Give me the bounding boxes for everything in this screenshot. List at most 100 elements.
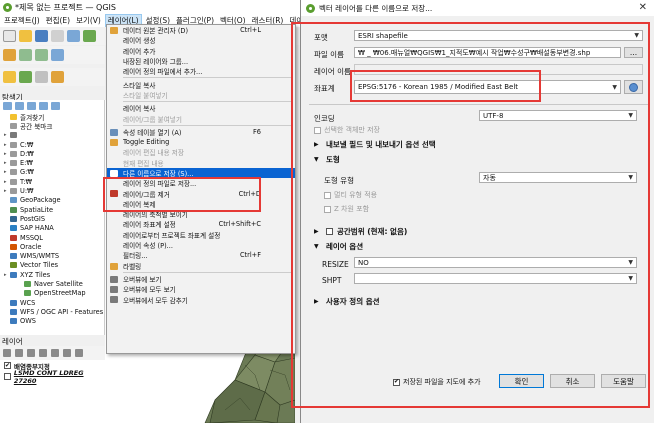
context-menu-item[interactable]: 속성 테이블 열기 (A) F6 xyxy=(107,127,295,137)
browser-item[interactable]: ▸ U:₩ xyxy=(0,186,104,195)
context-menu-item[interactable]: 스타일 붙여넣기 xyxy=(107,90,295,100)
xyz-tiles-icon xyxy=(10,271,17,278)
browser-item[interactable]: ▸ T:₩ xyxy=(0,177,104,186)
add-vector-layer-icon[interactable] xyxy=(3,71,16,83)
print-layout-icon[interactable] xyxy=(51,30,64,42)
mssql-icon xyxy=(10,234,17,241)
browser-item[interactable]: 공간 북마크 xyxy=(0,121,104,131)
context-menu-item[interactable]: 레이어 복사 xyxy=(107,103,295,113)
context-menu-label: 레이어/그룹 붙여넣기 xyxy=(123,115,182,124)
refresh-icon[interactable] xyxy=(3,102,12,110)
add-group-icon[interactable] xyxy=(15,349,23,357)
browser-item[interactable]: OWS xyxy=(0,317,104,326)
browser-item[interactable]: WFS / OGC API - Features xyxy=(0,307,104,316)
context-menu-item[interactable]: 레이어로부터 프로젝트 좌표계 설정 xyxy=(107,230,295,240)
context-menu-item[interactable]: 레이어 편집 내용 저장 xyxy=(107,147,295,157)
save-project-icon[interactable] xyxy=(35,30,48,42)
context-menu-item[interactable]: Toggle Editing xyxy=(107,137,295,147)
browser-item[interactable]: ▸ D:₩ xyxy=(0,149,104,158)
add-raster-layer-icon[interactable] xyxy=(19,71,32,83)
drive-icon xyxy=(10,178,17,185)
context-menu-item[interactable]: 필터링... Ctrl+F xyxy=(107,250,295,260)
browser-item[interactable]: PostGIS xyxy=(0,214,104,223)
browser-item[interactable]: Vector Tiles xyxy=(0,261,104,270)
browser-item[interactable]: ▸ E:₩ xyxy=(0,158,104,167)
filter-icon[interactable] xyxy=(27,102,36,110)
label-icon xyxy=(110,262,118,270)
filter-legend-icon[interactable] xyxy=(39,349,47,357)
style-panel-icon[interactable] xyxy=(3,349,11,357)
drive-icon xyxy=(10,150,17,157)
context-menu-item[interactable]: 레이어/그룹 붙여넣기 xyxy=(107,113,295,124)
menu-separator xyxy=(123,101,293,103)
browser-item[interactable]: Oracle xyxy=(0,242,104,251)
browser-item[interactable]: OpenStreetMap xyxy=(0,289,104,298)
context-menu-label: 스타일 붙여넣기 xyxy=(123,91,168,100)
bookmark-icon xyxy=(10,122,17,129)
context-menu-item[interactable]: 오버뷰에 보기 xyxy=(107,274,295,284)
layer-visibility-checkbox[interactable] xyxy=(4,373,11,380)
browser-item[interactable]: SpatiaLite xyxy=(0,205,104,214)
wfs-icon xyxy=(10,308,17,315)
browser-item[interactable]: GeoPackage xyxy=(0,196,104,205)
pan-icon[interactable] xyxy=(3,49,16,61)
browser-item[interactable]: ▸ C:₩ xyxy=(0,140,104,149)
context-menu-item[interactable]: 라벨링 xyxy=(107,261,295,271)
context-menu-item[interactable]: 레이어 좌표계 설정 Ctrl+Shift+C xyxy=(107,219,295,229)
enable-properties-icon[interactable] xyxy=(51,102,60,110)
browser-item[interactable]: SAP HANA xyxy=(0,224,104,233)
drive-icon xyxy=(10,188,17,195)
zoom-in-icon[interactable] xyxy=(19,49,32,61)
context-menu-item[interactable]: 스타일 복사 xyxy=(107,79,295,90)
context-menu-label: 속성 테이블 열기 (A) xyxy=(123,128,182,137)
menu-separator xyxy=(123,77,293,79)
context-menu-label: 내장된 레이어와 그룹... xyxy=(123,58,189,67)
context-menu-label: 오버뷰에 모두 보기 xyxy=(123,286,176,295)
context-menu-item[interactable]: 오버뷰에 모두 보기 xyxy=(107,284,295,294)
open-project-icon[interactable] xyxy=(19,30,32,42)
context-menu-shortcut: Ctrl+F xyxy=(239,251,261,260)
layers-toolbar xyxy=(0,346,105,360)
layer-row[interactable]: LSMD CONT LDREG 27260 xyxy=(0,369,105,385)
context-menu-item[interactable]: 데이터 원본 관리자 (D) Ctrl+L xyxy=(107,25,295,35)
collapse-all-layers-icon[interactable] xyxy=(63,349,71,357)
context-menu-label: 라벨링 xyxy=(123,262,142,271)
browser-item[interactable]: Naver Satellite xyxy=(0,279,104,288)
expand-all-icon[interactable] xyxy=(51,349,59,357)
browser-item-label: OWS xyxy=(20,317,36,326)
context-menu-item[interactable]: 레이어 생성 xyxy=(107,35,295,45)
drive-icon xyxy=(10,160,17,167)
manage-map-themes-icon[interactable] xyxy=(27,349,35,357)
context-menu-shortcut: F6 xyxy=(253,127,261,136)
wms-icon xyxy=(10,253,17,260)
new-project-icon[interactable] xyxy=(3,30,16,42)
browser-item[interactable]: MSSQL xyxy=(0,233,104,242)
browser-item[interactable]: ▸ XYZ Tiles xyxy=(0,270,104,279)
style-manager-icon[interactable] xyxy=(83,30,96,42)
add-selected-layers-icon[interactable] xyxy=(15,102,24,110)
menu-2[interactable]: 보기(V) xyxy=(74,15,103,26)
digitize-icon[interactable] xyxy=(51,71,64,83)
zoom-out-icon[interactable] xyxy=(35,49,48,61)
layer-visibility-checkbox[interactable]: ✔ xyxy=(4,362,11,369)
browser-item[interactable]: WCS xyxy=(0,298,104,307)
menu-0[interactable]: 프로젝트(J) xyxy=(2,15,42,26)
browser-item[interactable]: 즐겨찾기 xyxy=(0,112,104,122)
context-menu-item[interactable]: 현재 편집 내용 xyxy=(107,158,295,168)
zoom-full-icon[interactable] xyxy=(51,49,64,61)
context-menu-item[interactable]: 오버뷰에서 모두 감추기 xyxy=(107,294,295,305)
context-menu-item[interactable]: 레이어 추가 xyxy=(107,46,295,56)
add-delimited-icon[interactable] xyxy=(35,71,48,83)
context-menu-item[interactable]: 레이어 속성 (P)... xyxy=(107,240,295,250)
browser-item[interactable]: ▸ G:₩ xyxy=(0,168,104,177)
overview-icon xyxy=(110,275,118,283)
collapse-all-icon[interactable] xyxy=(39,102,48,110)
context-menu-item[interactable]: 내장된 레이어와 그룹... xyxy=(107,56,295,66)
context-menu-item[interactable]: 레이어 정의 파일에서 추가... xyxy=(107,66,295,76)
layout-manager-icon[interactable] xyxy=(67,30,80,42)
dialog-close-icon[interactable]: ✕ xyxy=(639,2,647,13)
browser-item[interactable]: ▸ xyxy=(0,131,104,140)
remove-layer-toolbar-icon[interactable] xyxy=(75,349,83,357)
menu-1[interactable]: 편집(E) xyxy=(44,15,72,26)
browser-item[interactable]: WMS/WMTS xyxy=(0,251,104,260)
